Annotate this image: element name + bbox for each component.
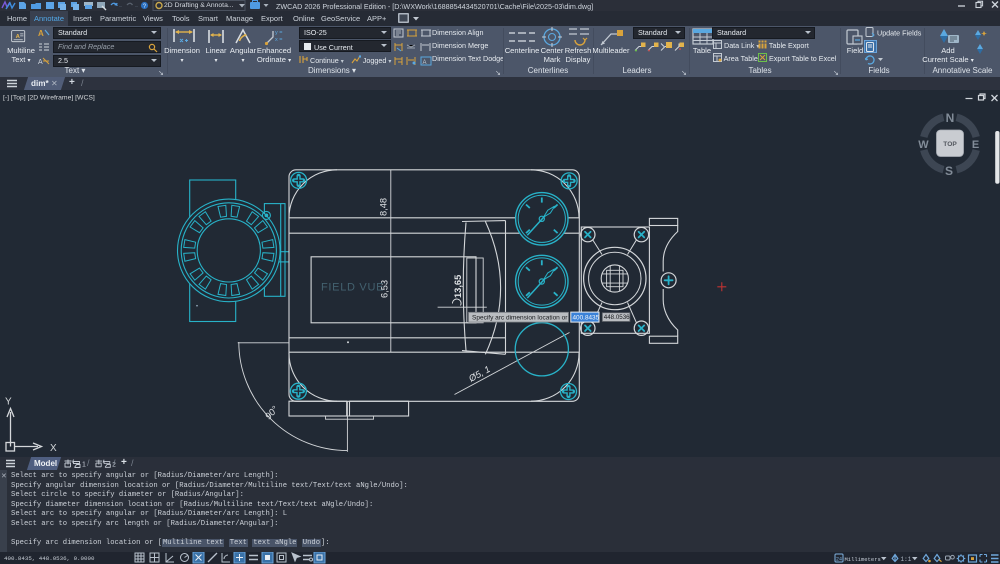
svg-text:A: A [38, 59, 43, 66]
svg-text:x =: x = [275, 37, 283, 43]
svg-text:13,65: 13,65 [453, 275, 463, 298]
svg-text:N: N [946, 111, 955, 125]
svg-text:A: A [38, 29, 44, 38]
svg-text:Millimeters: Millimeters [845, 555, 881, 562]
svg-text:90°: 90° [263, 404, 280, 421]
svg-text:400.8435: 400.8435 [573, 314, 600, 321]
svg-text:448.0536: 448.0536 [604, 314, 630, 321]
svg-text:TOP: TOP [943, 141, 957, 148]
svg-text:1: 1 [82, 462, 86, 469]
svg-text:[-] [Top] [2D Wireframe] [WCS]: [-] [Top] [2D Wireframe] [WCS] [3, 95, 95, 102]
svg-text:Specify arc dimension location: Specify arc dimension location or [472, 315, 568, 322]
svg-text:24: 24 [836, 556, 842, 562]
svg-text:8,48: 8,48 [379, 198, 389, 216]
svg-text:y =: y = [275, 30, 283, 36]
svg-text:FIELD VUE: FIELD VUE [321, 282, 384, 294]
svg-text:A: A [16, 34, 21, 40]
svg-text:A: A [423, 60, 427, 66]
svg-text:Y: Y [5, 397, 12, 408]
svg-text:X: X [50, 443, 57, 454]
svg-text:E: E [972, 139, 979, 151]
svg-text:W: W [918, 139, 929, 151]
svg-text:S: S [945, 164, 953, 178]
svg-text:1:1: 1:1 [901, 555, 912, 562]
